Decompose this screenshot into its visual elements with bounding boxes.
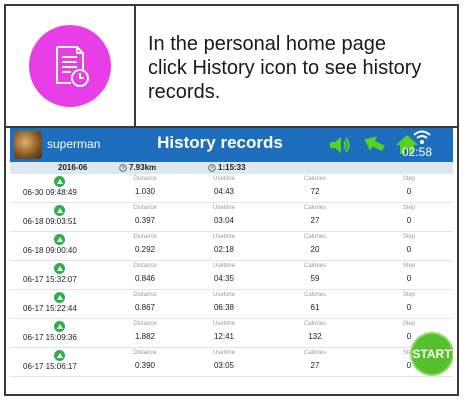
record-usetime: 03:04: [213, 216, 235, 225]
running-icon: [54, 205, 65, 216]
table-row[interactable]: 06-17 15:32:07 Distance 0.846 Usetime 04…: [10, 261, 453, 290]
record-distance: 0.390: [134, 361, 156, 370]
clock-icon: [208, 164, 216, 172]
record-datetime: 06-30 09:48:49: [23, 188, 77, 197]
column-label: Usetime: [212, 263, 235, 269]
column-label: Step: [402, 176, 416, 182]
app-screenshot: superman History records 02:58 2016-06 7…: [10, 128, 453, 394]
page-title: History records: [157, 133, 283, 152]
document-clock-icon: [56, 46, 89, 87]
start-button[interactable]: START: [412, 334, 452, 374]
running-icon: [54, 321, 65, 332]
running-icon: [54, 263, 65, 274]
column-label: Usetime: [212, 205, 235, 211]
running-icon: [54, 234, 65, 245]
record-step: 0: [406, 303, 412, 312]
record-datetime: 06-18 09:00:40: [23, 246, 77, 255]
record-usetime: 12:41: [213, 332, 235, 341]
column-label: Step: [402, 234, 416, 240]
record-usetime: 04:35: [213, 274, 235, 283]
column-label: Distance: [133, 263, 157, 269]
record-datetime: 06-17 15:09:36: [23, 333, 77, 342]
column-label: Step: [402, 263, 416, 269]
instruction-text: In the personal home page click History …: [148, 32, 448, 104]
column-label: Distance: [133, 292, 157, 298]
record-distance: 0.846: [134, 274, 156, 283]
top-bar: superman History records 02:58: [10, 128, 453, 162]
wifi-icon: [413, 130, 431, 144]
month-summary: 2016-06 7.93km 1:15:33: [10, 162, 453, 174]
record-datetime: 06-17 15:32:07: [23, 275, 77, 284]
column-label: Usetime: [212, 234, 235, 240]
record-distance: 0.867: [134, 303, 156, 312]
record-distance: 1.030: [134, 187, 156, 196]
column-label: Distance: [133, 176, 157, 182]
record-distance: 0.292: [134, 245, 156, 254]
record-usetime: 03:05: [213, 361, 235, 370]
table-row[interactable]: 06-17 15:09:36 Distance 1.882 Usetime 12…: [10, 319, 453, 348]
table-row[interactable]: 06-18 09:00:40 Distance 0.292 Usetime 02…: [10, 232, 453, 261]
column-label: Calories: [303, 321, 326, 327]
column-label: Calories: [303, 234, 326, 240]
record-step: 0: [406, 216, 412, 225]
divider-vertical: [134, 6, 136, 126]
column-label: Distance: [133, 205, 157, 211]
table-row[interactable]: 06-30 09:48:49 Distance 1.030 Usetime 04…: [10, 174, 453, 203]
instruction-line: In the personal home page: [148, 33, 386, 55]
record-calories: 132: [308, 332, 322, 341]
column-label: Distance: [133, 321, 157, 327]
record-step: 0: [406, 245, 412, 254]
column-label: Distance: [133, 350, 157, 356]
running-icon: [54, 176, 65, 187]
summary-duration: 1:15:33: [218, 163, 246, 172]
column-label: Usetime: [212, 176, 235, 182]
running-icon: [54, 350, 65, 361]
table-row[interactable]: 06-17 15:22:44 Distance 0.867 Usetime 06…: [10, 290, 453, 319]
running-icon: [54, 292, 65, 303]
record-calories: 72: [310, 187, 320, 196]
column-label: Usetime: [212, 292, 235, 298]
record-calories: 20: [310, 245, 320, 254]
column-label: Calories: [303, 205, 326, 211]
volume-icon[interactable]: [328, 134, 352, 156]
clock-icon: [119, 164, 127, 172]
column-label: Calories: [303, 263, 326, 269]
column-label: Step: [402, 205, 416, 211]
record-distance: 1.882: [134, 332, 156, 341]
table-row[interactable]: 06-18 09:03:51 Distance 0.397 Usetime 03…: [10, 203, 453, 232]
column-label: Calories: [303, 292, 326, 298]
record-step: 0: [406, 274, 412, 283]
record-usetime: 02:18: [213, 245, 235, 254]
record-usetime: 04:43: [213, 187, 235, 196]
record-calories: 27: [310, 216, 320, 225]
record-datetime: 06-17 15:06:17: [23, 362, 77, 371]
record-step: 0: [406, 187, 412, 196]
column-label: Calories: [303, 350, 326, 356]
status-clock: 02:58: [402, 145, 433, 159]
column-label: Distance: [133, 234, 157, 240]
column-label: Usetime: [212, 321, 235, 327]
icon-cell: [6, 6, 134, 126]
summary-distance: 7.93km: [129, 163, 157, 172]
record-calories: 27: [310, 361, 320, 370]
record-datetime: 06-17 15:22:44: [23, 304, 77, 313]
table-row[interactable]: 06-17 15:06:17 Distance 0.390 Usetime 03…: [10, 348, 453, 377]
record-calories: 61: [310, 303, 320, 312]
column-label: Step: [402, 321, 416, 327]
record-distance: 0.397: [134, 216, 156, 225]
record-usetime: 06:38: [213, 303, 235, 312]
column-label: Calories: [303, 176, 326, 182]
instruction-line: click History icon to see history: [148, 57, 422, 79]
column-label: Step: [402, 292, 416, 298]
records-list: 06-30 09:48:49 Distance 1.030 Usetime 04…: [10, 174, 453, 377]
record-calories: 59: [310, 274, 320, 283]
history-icon: [29, 25, 111, 107]
summary-month: 2016-06: [58, 163, 88, 172]
column-label: Usetime: [212, 350, 235, 356]
record-datetime: 06-18 09:03:51: [23, 217, 77, 226]
instruction-line: records.: [148, 81, 221, 103]
